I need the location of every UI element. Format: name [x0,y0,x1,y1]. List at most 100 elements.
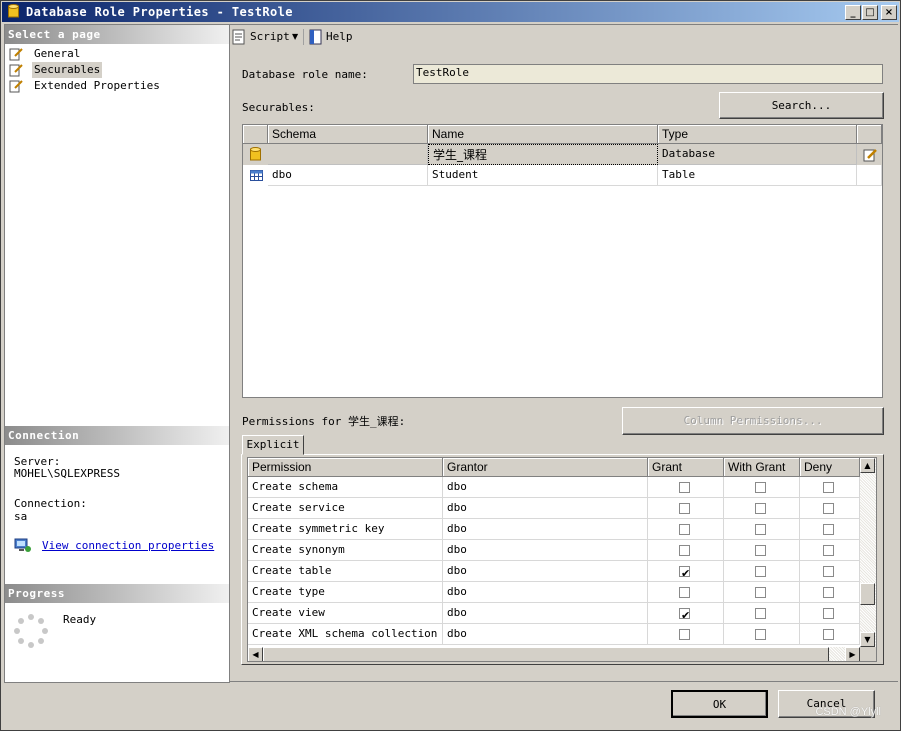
grant-checkbox[interactable]: ✔ [679,608,690,622]
with-grant-checkbox[interactable] [755,545,766,556]
with-grant-checkbox[interactable] [755,524,766,535]
checkmark-icon: ✔ [681,609,691,622]
title-bar[interactable]: Database Role Properties - TestRole _ □ … [2,2,899,22]
scroll-down-button[interactable]: ▼ [860,632,875,647]
with-grant-checkbox[interactable] [755,629,766,640]
scroll-up-button[interactable]: ▲ [860,458,875,473]
database-icon [250,147,261,161]
scroll-thumb[interactable] [860,583,875,605]
table-row[interactable]: 学生_课程 Database [243,144,882,165]
column-header-with-grant[interactable]: With Grant [724,458,800,477]
table-row[interactable]: Create XML schema collection dbo [248,624,860,645]
grant-checkbox[interactable] [679,524,690,535]
maximize-button[interactable]: □ [862,5,878,20]
table-row[interactable]: Create symmetric key dbo [248,519,860,540]
grant-checkbox[interactable] [679,545,690,556]
permissions-grid: Permission Grantor Grant With Grant Deny… [247,457,877,662]
grant-cell [648,582,724,603]
with-grant-checkbox[interactable] [755,587,766,598]
grant-checkbox[interactable] [679,629,690,640]
grantor-cell: dbo [443,582,648,603]
with-grant-checkbox[interactable] [755,503,766,514]
grantor-cell: dbo [443,540,648,561]
connection-label: Connection: [14,497,87,510]
column-header-permission[interactable]: Permission [248,458,443,477]
type-cell: Database [658,144,857,165]
deny-cell [800,519,860,540]
deny-checkbox[interactable] [823,545,834,556]
grant-checkbox[interactable] [679,503,690,514]
ok-button[interactable]: OK [671,690,768,718]
view-connection-properties-link[interactable]: View connection properties [42,539,214,552]
scroll-right-button[interactable]: ▶ [845,647,860,661]
minimize-button[interactable]: _ [845,5,861,20]
securables-label: Securables: [242,101,315,114]
column-header-name[interactable]: Name [428,125,658,144]
window-title: Database Role Properties - TestRole [26,5,293,19]
deny-checkbox[interactable] [823,629,834,640]
progress-header: Progress [5,584,229,603]
page-item-label: General [34,47,81,60]
deny-cell [800,561,860,582]
with-grant-checkbox[interactable] [755,566,766,577]
table-row[interactable]: Create view dbo ✔ [248,603,860,624]
vertical-scrollbar[interactable]: ▲ ▼ [860,458,876,647]
help-label: Help [326,30,353,43]
deny-checkbox[interactable] [823,587,834,598]
search-button[interactable]: Search... [719,92,884,119]
deny-cell [800,582,860,603]
deny-cell [800,624,860,645]
column-header-grant[interactable]: Grant [648,458,724,477]
server-value: MOHEL\SQLEXPRESS [14,467,120,480]
close-button[interactable]: × [881,5,897,20]
deny-checkbox[interactable] [823,608,834,619]
grant-checkbox[interactable] [679,482,690,493]
with-grant-cell [724,540,800,561]
tab-explicit[interactable]: Explicit [242,435,304,455]
grant-checkbox[interactable] [679,587,690,598]
table-row[interactable]: Create schema dbo [248,477,860,498]
column-header-deny[interactable]: Deny [800,458,860,477]
table-row[interactable]: Create synonym dbo [248,540,860,561]
help-icon [309,29,322,45]
securables-grid: Schema Name Type 学生_课程 Database dbo Stud… [242,124,883,398]
permission-cell: Create view [248,603,443,624]
page-wrench-icon [9,64,23,77]
horizontal-scrollbar[interactable]: ◀ ▶ [248,647,860,661]
grant-cell [648,519,724,540]
page-item-label: Extended Properties [34,79,160,92]
table-row[interactable]: Create type dbo [248,582,860,603]
deny-cell [800,477,860,498]
grant-checkbox[interactable]: ✔ [679,566,690,580]
help-button[interactable]: Help [308,28,356,46]
grantor-cell: dbo [443,624,648,645]
role-name-field[interactable]: TestRole [413,64,883,84]
edit-icon[interactable] [863,147,878,162]
name-cell: 学生_课程 [428,144,658,165]
toolbar-separator [303,29,304,45]
deny-checkbox[interactable] [823,482,834,493]
with-grant-cell [724,624,800,645]
column-header-type[interactable]: Type [658,125,857,144]
scroll-left-button[interactable]: ◀ [248,647,263,661]
deny-checkbox[interactable] [823,503,834,514]
horizontal-scroll-thumb[interactable] [263,647,829,661]
deny-cell [800,540,860,561]
with-grant-cell [724,582,800,603]
with-grant-checkbox[interactable] [755,608,766,619]
grantor-cell: dbo [443,477,648,498]
column-header-schema[interactable]: Schema [268,125,428,144]
deny-checkbox[interactable] [823,524,834,535]
column-header-grantor[interactable]: Grantor [443,458,648,477]
deny-cell [800,498,860,519]
select-page-header: Select a page [5,25,229,44]
table-row[interactable]: Create service dbo [248,498,860,519]
column-permissions-button[interactable]: Column Permissions... [622,407,884,435]
permission-cell: Create schema [248,477,443,498]
table-row[interactable]: dbo Student Table [243,165,882,186]
table-row[interactable]: Create table dbo ✔ [248,561,860,582]
deny-checkbox[interactable] [823,566,834,577]
script-button[interactable]: Script ▼ [232,28,302,46]
with-grant-cell [724,561,800,582]
with-grant-checkbox[interactable] [755,482,766,493]
